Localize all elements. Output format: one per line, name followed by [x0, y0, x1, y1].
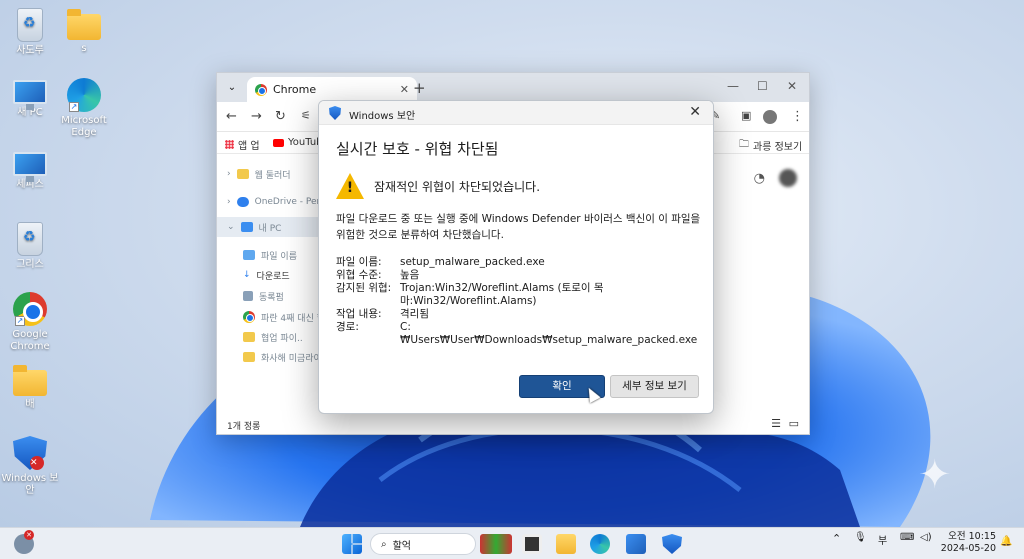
edge-icon[interactable] [590, 534, 610, 554]
clock[interactable]: 오전 10:15 2024-05-20 [940, 531, 996, 555]
desktop-icon-recycle[interactable]: 사도루 [0, 8, 60, 57]
chevron-right-icon: › [227, 169, 231, 179]
tab-close-icon[interactable]: ✕ [400, 83, 409, 96]
dialog-subtitle: 잠재적인 위협이 차단되었습니다. [374, 180, 541, 194]
chevron-down-icon: ⌄ [227, 222, 235, 232]
tray-chevron-up-icon[interactable]: ⌃ [832, 532, 841, 545]
bookmark-folder[interactable]: 🗀 과릉 정보기 [739, 137, 802, 154]
tab-search-chevron-icon[interactable]: ⌄ [223, 79, 241, 97]
widgets-icon[interactable] [480, 534, 512, 554]
folder-icon [243, 332, 255, 342]
desktop-icon-folder-s[interactable]: s [54, 8, 114, 55]
chrome-icon: ↗ [13, 292, 47, 326]
maximize-icon[interactable]: ☐ [757, 79, 768, 93]
detail-row-level: 위협 수준: 높음 [336, 269, 420, 281]
tab-strip: ⌄ Chrome ✕ + — ☐ ✕ [217, 73, 809, 102]
warning-icon: ! [336, 173, 364, 199]
desktop-icon [243, 250, 255, 260]
folder-outline-icon: 🗀 [739, 139, 749, 150]
network-monitor-icon [13, 152, 47, 182]
detail-row-action: 작업 내용: 격리됨 [336, 308, 429, 320]
minimize-icon[interactable]: — [727, 79, 739, 93]
monitor-icon [13, 80, 47, 110]
document-icon [243, 291, 253, 301]
detail-row-threat: 감지된 위협: Trojan:Win32/Woreflint.Alams (토로… [336, 282, 604, 307]
error-badge-icon: ✕ [24, 530, 34, 540]
shield-icon [329, 106, 341, 120]
profile-avatar[interactable] [763, 110, 777, 124]
taskbar-search[interactable]: ⌕ 할억 [370, 533, 476, 555]
tile-view-icon[interactable]: ▭ [789, 417, 799, 430]
threat-details: 파일 이름: setup_malware_packed.exe 위협 수준: 높… [336, 256, 700, 347]
pc-icon [240, 222, 253, 232]
star-icon [236, 169, 249, 179]
file-explorer-icon[interactable] [556, 534, 576, 554]
dialog-heading: 실시간 보호 - 위협 차단됨 [336, 140, 499, 158]
apps-grid-icon [225, 140, 234, 149]
windows-security-dialog: Windows 보안 ✕ 실시간 보호 - 위협 차단됨 ! 잠재적인 위협이 … [318, 100, 714, 414]
forward-arrow-icon[interactable]: → [251, 109, 262, 124]
notification-bell-icon[interactable]: 🔔 [1000, 536, 1012, 547]
taskbar: ✕ ⌕ 할억 ⌃ 🎙 부 ⌨ ◁) 오전 10:15 2024-05-20 🔔 [0, 527, 1024, 559]
bookmark-apps[interactable]: 앱 업 [225, 137, 260, 152]
cloud-icon [236, 197, 249, 207]
folder-icon [67, 9, 101, 40]
volume-icon[interactable]: ◁) [920, 532, 932, 543]
account-avatar[interactable] [779, 169, 797, 187]
view-details-button[interactable]: 세부 정보 보기 [610, 375, 699, 398]
window-close-icon[interactable]: ✕ [787, 79, 797, 93]
chrome-icon [243, 311, 255, 323]
tab-chrome[interactable]: Chrome ✕ [247, 77, 417, 102]
desktop-icon-network[interactable]: 세피스 [0, 152, 60, 191]
site-settings-icon[interactable]: ⚟ [301, 109, 311, 122]
download-arrow-icon: ↓ [243, 270, 251, 280]
desktop-icon-edge[interactable]: ↗ Microsoft Edge [54, 78, 114, 139]
youtube-icon [273, 138, 284, 147]
recycle-bin-icon [17, 8, 43, 42]
folder-icon [13, 365, 47, 396]
network-icon[interactable]: ⌨ [900, 532, 914, 543]
edge-icon: ↗ [67, 78, 101, 112]
desktop-icon-chrome[interactable]: ↗ Google Chrome [0, 292, 60, 353]
detail-row-path: 경로: C:₩Users₩User₩Downloads₩setup_malwar… [336, 321, 698, 346]
more-menu-icon[interactable]: ⋮ [791, 109, 804, 124]
task-view-icon[interactable] [522, 534, 542, 554]
timer-icon[interactable]: ◔ [754, 171, 765, 186]
ime-indicator[interactable]: 부 [878, 532, 887, 547]
new-tab-plus-icon[interactable]: + [413, 79, 426, 97]
sparkle-icon: ✦ [918, 452, 952, 498]
windows-security-icon[interactable] [662, 534, 682, 554]
desktop-icon-folder2[interactable]: 배 [0, 364, 60, 411]
microphone-icon[interactable]: 🎙 [854, 532, 867, 543]
right-tools: ◔ [754, 169, 797, 187]
reload-icon[interactable]: ↻ [275, 109, 286, 124]
list-view-icon[interactable]: ☰ [771, 417, 781, 430]
recycle-bin-icon [17, 222, 43, 256]
folder-icon [243, 352, 255, 362]
search-icon: ⌕ [381, 538, 387, 550]
chrome-icon [255, 83, 267, 96]
dialog-description: 파일 다운로드 중 또는 실행 중에 Windows Defender 바이러스… [336, 213, 701, 241]
error-badge-icon: ✕ [30, 456, 44, 470]
store-icon[interactable] [626, 534, 646, 554]
desktop-icon-this-pc[interactable]: 새 PC [0, 80, 60, 119]
back-arrow-icon[interactable]: ← [226, 109, 237, 124]
detail-row-file: 파일 이름: setup_malware_packed.exe [336, 256, 545, 268]
start-windows-icon[interactable] [342, 534, 362, 554]
side-panel-icon[interactable]: ▣ [741, 109, 751, 122]
chevron-right-icon: › [227, 197, 231, 207]
dialog-close-icon[interactable]: ✕ [689, 104, 701, 120]
status-bar: 1개 정롱 ☰ ▭ [227, 417, 799, 432]
dialog-title: Windows 보안 [349, 111, 416, 122]
desktop-icon-bin2[interactable]: 그리스 [0, 222, 60, 271]
dialog-titlebar: Windows 보안 ✕ [319, 101, 713, 125]
